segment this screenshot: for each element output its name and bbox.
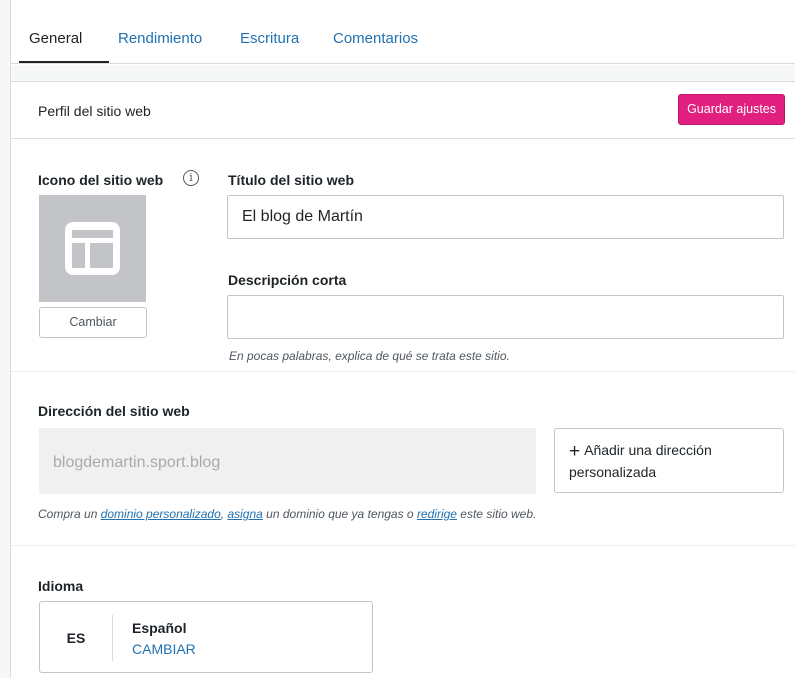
tab-bar: General Rendimiento Escritura Comentario… [11, 0, 795, 64]
divider [11, 371, 795, 372]
site-address-field: blogdemartin.sport.blog [39, 428, 536, 494]
description-input[interactable] [227, 295, 784, 339]
change-language-button[interactable]: CAMBIAR [132, 641, 196, 657]
language-name: Español [132, 620, 187, 636]
tab-rendimiento[interactable]: Rendimiento [118, 30, 202, 47]
site-title-input[interactable]: El blog de Martín [227, 195, 784, 239]
tab-general[interactable]: General [29, 30, 82, 47]
plus-icon: + [569, 441, 581, 462]
site-icon-preview[interactable] [39, 195, 146, 302]
language-card: ES Español CAMBIAR [39, 601, 373, 673]
add-custom-address-button[interactable]: + Añadir una dirección personalizada [554, 428, 784, 493]
description-label: Descripción corta [228, 272, 347, 288]
site-icon-label: Icono del sitio web [38, 172, 164, 188]
active-tab-indicator [19, 61, 109, 63]
help-text: este sitio web. [456, 507, 537, 521]
custom-domain-link[interactable]: dominio personalizado [101, 507, 221, 521]
site-title-label: Título del sitio web [228, 172, 354, 188]
card-header: Perfil del sitio web Guardar ajustes [11, 82, 795, 139]
settings-panel: General Rendimiento Escritura Comentario… [10, 0, 795, 678]
card-title: Perfil del sitio web [38, 103, 151, 119]
redirect-link[interactable]: redirige [417, 507, 457, 521]
add-custom-address-label: Añadir una dirección personalizada [569, 442, 712, 480]
divider [11, 545, 795, 546]
tab-comentarios[interactable]: Comentarios [333, 30, 418, 47]
help-text: un dominio que ya tengas o [262, 507, 417, 521]
language-code: ES [66, 630, 86, 646]
save-settings-button[interactable]: Guardar ajustes [678, 94, 785, 125]
change-icon-button[interactable]: Cambiar [39, 307, 147, 338]
tab-escritura[interactable]: Escritura [240, 30, 299, 47]
language-label: Idioma [38, 578, 84, 594]
description-help: En pocas palabras, explica de qué se tra… [229, 349, 510, 363]
site-address-label: Dirección del sitio web [38, 403, 190, 419]
layout-icon [65, 222, 120, 275]
assign-domain-link[interactable]: asigna [227, 507, 262, 521]
info-icon[interactable]: i [183, 170, 199, 186]
site-address-help: Compra un dominio personalizado, asigna … [38, 507, 536, 521]
section-gap [11, 65, 795, 82]
language-separator [112, 615, 113, 661]
help-text: Compra un [38, 507, 101, 521]
